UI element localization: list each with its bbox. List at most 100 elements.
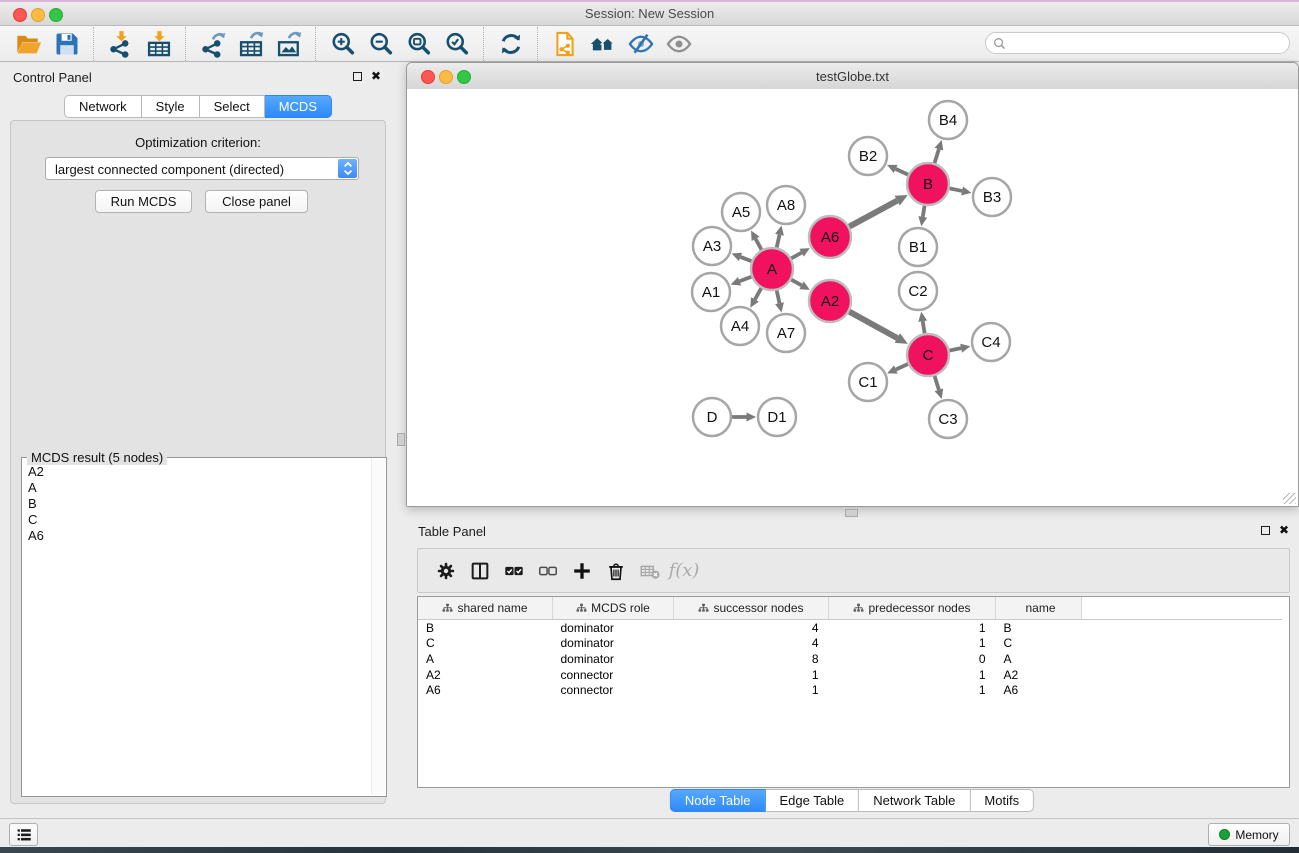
column-header-predecessor-nodes[interactable]: predecessor nodes [829,597,996,620]
table-cell[interactable]: connector [553,667,674,683]
graph-node-C[interactable]: C [907,334,949,376]
import-table-button[interactable] [140,28,178,60]
table-cell[interactable]: B [418,620,553,636]
tab-edge-table[interactable]: Edge Table [765,789,859,812]
delete-columns-button[interactable] [599,556,633,586]
table-settings-button[interactable] [429,556,463,586]
table-cell[interactable]: 1 [829,682,996,698]
table-cell[interactable]: B [996,620,1082,636]
export-network-button[interactable] [194,28,232,60]
tab-mcds[interactable]: MCDS [265,95,332,118]
column-header-successor-nodes[interactable]: successor nodes [674,597,829,620]
table-cell[interactable]: 4 [674,636,829,652]
graph-node-A4[interactable]: A4 [721,307,759,345]
import-network-button[interactable] [102,28,140,60]
table-cell[interactable]: 1 [829,620,996,636]
graph-node-A6[interactable]: A6 [809,216,851,258]
table-cell[interactable]: 8 [674,651,829,667]
graph-node-D[interactable]: D [693,398,731,436]
graph-node-C1[interactable]: C1 [849,363,887,401]
float-panel-icon[interactable] [353,72,362,81]
table-cell[interactable]: A2 [996,667,1082,683]
graph-node-B4[interactable]: B4 [929,101,967,139]
table-row[interactable]: Adominator80A [418,651,1282,667]
new-network-button[interactable] [546,28,584,60]
table-cell[interactable]: C [418,636,553,652]
close-panel-button[interactable]: Close panel [205,190,308,213]
graph-node-A2[interactable]: A2 [809,280,851,322]
table-cell[interactable]: A [996,651,1082,667]
zoom-out-button[interactable] [362,28,400,60]
show-hide-panels-button[interactable] [584,28,622,60]
show-all-button[interactable] [660,28,698,60]
graph-node-A7[interactable]: A7 [767,314,805,352]
control-panel-header[interactable]: Control Panel ✖ [4,64,392,90]
table-cell[interactable]: A2 [418,667,553,683]
table-cell[interactable]: 1 [829,636,996,652]
table-row[interactable]: A6connector11A6 [418,682,1282,698]
mcds-result-item[interactable]: B [26,496,370,512]
graph-node-C4[interactable]: C4 [972,323,1010,361]
zoom-selected-button[interactable] [438,28,476,60]
zoom-in-button[interactable] [324,28,362,60]
table-cell[interactable]: dominator [553,620,674,636]
table-cell[interactable]: C [996,636,1082,652]
table-cell[interactable]: connector [553,682,674,698]
table-cell[interactable]: dominator [553,651,674,667]
table-row[interactable]: Bdominator41B [418,620,1282,636]
splitter-grip-vertical[interactable] [397,433,405,446]
mcds-result-item[interactable]: C [26,512,370,528]
delete-table-button[interactable] [633,556,667,586]
hide-selected-button[interactable] [622,28,660,60]
deselect-all-button[interactable] [531,556,565,586]
table-cell[interactable]: 1 [674,682,829,698]
run-mcds-button[interactable]: Run MCDS [95,190,192,213]
mcds-result-item[interactable]: A6 [26,528,370,544]
graph-node-D1[interactable]: D1 [758,398,796,436]
tab-style[interactable]: Style [142,95,200,118]
graph-node-B1[interactable]: B1 [899,228,937,266]
zoom-fit-button[interactable] [400,28,438,60]
function-builder-button[interactable]: f(x) [667,556,701,586]
export-image-button[interactable] [270,28,308,60]
tab-network[interactable]: Network [64,95,142,118]
main-titlebar[interactable]: Session: New Session [0,2,1299,26]
graph-node-B2[interactable]: B2 [849,137,887,175]
mcds-result-scrollbar[interactable] [371,459,385,795]
table-row[interactable]: Cdominator41C [418,636,1282,652]
search-input[interactable] [1006,35,1289,51]
tab-select[interactable]: Select [200,95,265,118]
window-resize-grip[interactable] [1283,493,1296,504]
graph-node-A[interactable]: A [751,248,793,290]
table-cell[interactable]: 0 [829,651,996,667]
mcds-result-item[interactable]: A2 [26,464,370,480]
close-panel-icon[interactable]: ✖ [1279,523,1289,537]
table-row[interactable]: A2connector11A2 [418,667,1282,683]
task-history-button[interactable] [9,823,38,846]
graph-node-A3[interactable]: A3 [693,227,731,265]
splitter-grip-horizontal[interactable] [845,509,858,517]
graph-node-A8[interactable]: A8 [767,186,805,224]
export-table-button[interactable] [232,28,270,60]
graph-node-B[interactable]: B [907,163,949,205]
network-window-titlebar[interactable]: testGlobe.txt [407,63,1298,90]
column-header-MCDS-role[interactable]: MCDS role [553,597,674,620]
optimization-criterion-select[interactable]: largest connected component (directed) [45,157,359,180]
network-canvas[interactable]: AA1A2A3A4A5A6A7A8BB1B2B3B4CC1C2C3C4DD1 [407,89,1298,506]
open-session-button[interactable] [10,28,48,60]
show-columns-button[interactable] [463,556,497,586]
float-panel-icon[interactable] [1261,526,1270,535]
select-all-button[interactable] [497,556,531,586]
graph-node-A1[interactable]: A1 [692,273,730,311]
table-cell[interactable]: A6 [418,682,553,698]
table-cell[interactable]: 4 [674,620,829,636]
tab-node-table[interactable]: Node Table [670,789,766,812]
tab-motifs[interactable]: Motifs [970,789,1034,812]
graph-node-A5[interactable]: A5 [722,193,760,231]
tab-network-table[interactable]: Network Table [859,789,970,812]
table-cell[interactable]: 1 [674,667,829,683]
memory-button[interactable]: Memory [1208,823,1290,846]
column-header-shared-name[interactable]: shared name [418,597,553,620]
table-cell[interactable]: A6 [996,682,1082,698]
close-panel-icon[interactable]: ✖ [371,69,381,83]
